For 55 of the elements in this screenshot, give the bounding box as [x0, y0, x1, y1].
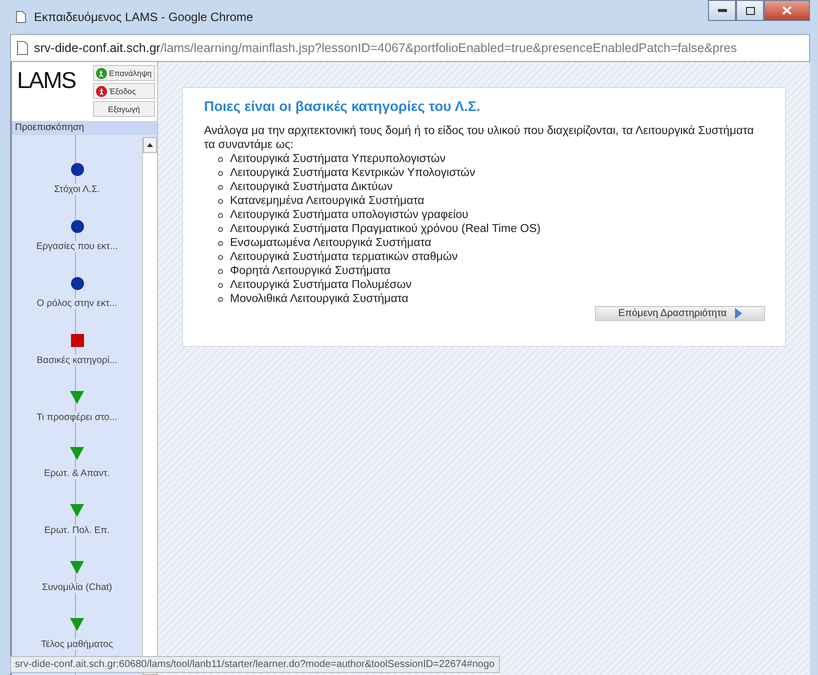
address-bar[interactable]: srv-dide-conf.ait.sch.gr/lams/learning/mainflash.jsp?lessonID=4067&portfolioEnabled=true&presenceEnabledPatch=false&pres: [10, 34, 810, 62]
preview-header: Προεπισκόπηση: [12, 121, 157, 135]
status-bar: srv-dide-conf.ait.sch.gr:60680/lams/tool/lanb11/starter/learner.do?mode=author&toolSessionID=22674#nogo: [10, 656, 500, 673]
list-item: Ενσωματωμένα Λειτουργικά Συστήματα: [230, 236, 432, 250]
list-item: Μονολιθικά Λειτουργικά Συστήματα: [230, 292, 408, 306]
bullet-icon: [218, 226, 223, 232]
minimize-button[interactable]: [708, 0, 736, 21]
bullet-icon: [218, 282, 223, 288]
intro-text: Ανάλογα μα την αρχιτεκτονική τους δομή ή το είδος του υλικού που διαχειρίζονται, τα Λειτουργικά Συστήματα τα συναντάμε ως:: [204, 124, 755, 152]
minimize-icon: [718, 9, 726, 12]
activity-label[interactable]: Ο ρόλος στην εκτ...: [36, 298, 118, 309]
page-icon: [16, 11, 26, 23]
list-item: Λειτουργικά Συστήματα υπολογιστών γραφείου: [230, 208, 468, 222]
list-item: Λειτουργικά Συστήματα Πραγματικού χρόνου (Real Time OS): [230, 222, 541, 236]
url-text: srv-dide-conf.ait.sch.gr/lams/learning/mainflash.jsp?lessonID=4067&portfolioEnabled=true&presenceEnabledPatch=false&pres: [34, 41, 737, 55]
bullet-icon: [218, 240, 223, 246]
list-item: Φορητά Λειτουργικά Συστήματα: [230, 264, 391, 278]
activity-label[interactable]: Συνομιλία (Chat): [42, 582, 112, 594]
walker-icon: [96, 68, 107, 78]
maximize-button[interactable]: [736, 0, 764, 21]
close-icon: [782, 6, 792, 15]
close-button[interactable]: [764, 0, 810, 21]
activity-label[interactable]: Τι προσφέρει στο...: [36, 412, 118, 423]
list-item: Λειτουργικά Συστήματα Υπερυπολογιστών: [230, 152, 446, 166]
scroll-up-icon: [147, 143, 153, 147]
activity-label[interactable]: Τέλος μαθήματος: [40, 639, 114, 650]
bullet-icon: [218, 268, 223, 274]
bullet-icon: [218, 170, 223, 176]
activity-heading: Ποιες είναι οι βασικές κατηγορίες του Λ.Σ.: [204, 98, 482, 114]
maximize-icon: [746, 6, 754, 14]
activity-label[interactable]: Βασικές κατηγορί...: [36, 354, 118, 366]
page-icon: [17, 41, 28, 55]
bullet-icon: [218, 198, 223, 204]
list-item: Λειτουργικά Συστήματα Πολυμέσων: [230, 278, 412, 292]
activity-label[interactable]: Ερωτ. Πολ. Επ.: [44, 525, 110, 536]
bullet-icon: [218, 254, 223, 260]
list-item: Λειτουργικά Συστήματα Δικτύων: [230, 180, 393, 194]
activity-label[interactable]: Στόχοι Λ.Σ.: [54, 184, 100, 195]
sidebar-button[interactable]: Επανάληψη: [93, 65, 155, 81]
bullet-icon: [218, 212, 223, 218]
bullet-icon: [218, 296, 223, 302]
walker-icon: [96, 86, 107, 96]
activity-label[interactable]: Εργασίες που εκτ...: [36, 240, 118, 252]
play-arrow-icon: [734, 308, 742, 319]
sidebar-button[interactable]: Εξαγωγή: [93, 101, 155, 117]
window-title: Εκπαιδευόμενος LAMS - Google Chrome: [34, 10, 254, 24]
lams-logo: LAMS: [17, 67, 76, 95]
list-item: Λειτουργικά Συστήματα τερματικών σταθμών: [230, 250, 458, 264]
bullet-icon: [218, 184, 223, 190]
list-item: Κατανεμημένα Λειτουργικά Συστήματα: [230, 194, 424, 208]
list-item: Λειτουργικά Συστήματα Κεντρικών Υπολογιστών: [230, 166, 476, 180]
sidebar-button[interactable]: Έξοδος: [93, 83, 155, 99]
next-activity-button[interactable]: Επόμενη Δραστηριότητα: [595, 306, 765, 321]
bullet-icon: [218, 156, 223, 162]
activity-label[interactable]: Ερωτ. & Απαντ.: [44, 468, 110, 480]
